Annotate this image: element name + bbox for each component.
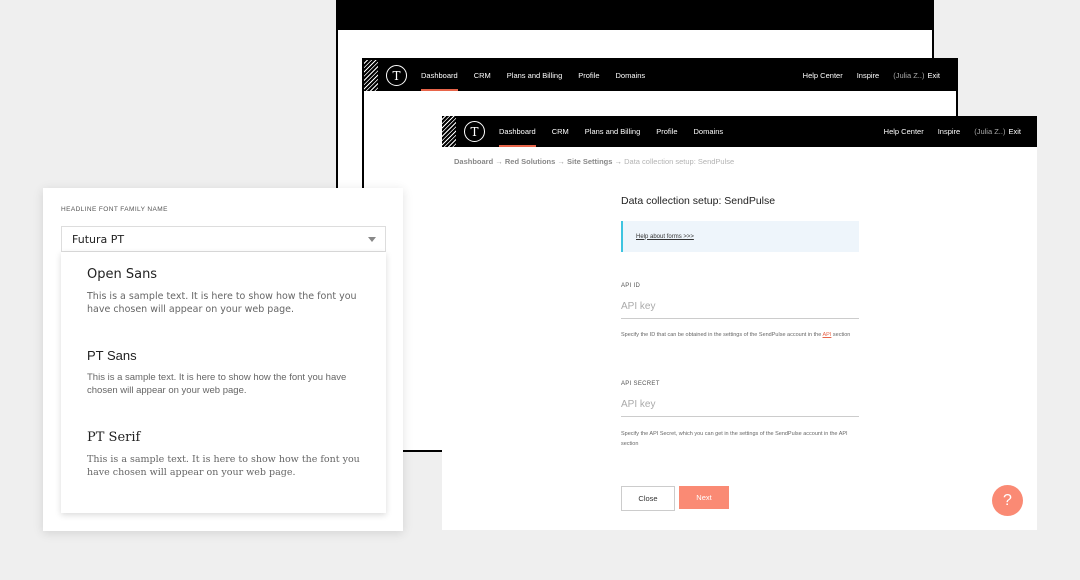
nav-item-dashboard[interactable]: Dashboard bbox=[421, 60, 458, 91]
font-option-name: PT Sans bbox=[87, 348, 137, 363]
breadcrumb-separator: → bbox=[495, 157, 503, 166]
caret-down-icon bbox=[368, 237, 376, 242]
api-id-input[interactable]: API key bbox=[621, 294, 859, 319]
nav-inspire[interactable]: Inspire bbox=[938, 127, 961, 136]
font-family-select[interactable]: Futura PT bbox=[61, 226, 386, 252]
nav-user-exit[interactable]: (Julia Z..) Exit bbox=[893, 71, 940, 80]
breadcrumb-red-solutions[interactable]: Red Solutions bbox=[505, 157, 555, 166]
nav-item-domains[interactable]: Domains bbox=[616, 60, 646, 91]
next-button[interactable]: Next bbox=[679, 486, 729, 509]
font-picker-card: HEADLINE FONT FAMILY NAME Futura PT Open… bbox=[43, 188, 403, 531]
font-family-label: HEADLINE FONT FAMILY NAME bbox=[61, 206, 168, 213]
nav-user-exit[interactable]: (Julia Z..) Exit bbox=[974, 127, 1021, 136]
nav-item-crm[interactable]: CRM bbox=[552, 116, 569, 147]
font-option-sample: This is a sample text. It is here to sho… bbox=[87, 372, 347, 396]
background-window-top bbox=[336, 0, 934, 30]
api-id-hint-suffix: section bbox=[832, 332, 851, 338]
font-dropdown-list: Open Sans This is a sample text. It is h… bbox=[61, 252, 386, 513]
breadcrumb: Dashboard → Red Solutions → Site Setting… bbox=[454, 157, 734, 166]
font-option-pt-sans[interactable]: PT Sans This is a sample text. It is her… bbox=[87, 348, 367, 397]
help-fab-button[interactable]: ? bbox=[992, 485, 1023, 516]
user-name: (Julia Z..) bbox=[893, 71, 925, 80]
nav-item-crm[interactable]: CRM bbox=[474, 60, 491, 91]
api-link[interactable]: API bbox=[823, 332, 832, 338]
exit-link[interactable]: Exit bbox=[927, 71, 940, 80]
background-nav-bar: T Dashboard CRM Plans and Billing Profil… bbox=[364, 60, 956, 91]
help-forms-link[interactable]: Help about forms >>> bbox=[621, 221, 859, 252]
page-title: Data collection setup: SendPulse bbox=[621, 195, 776, 207]
breadcrumb-site-settings[interactable]: Site Settings bbox=[567, 157, 612, 166]
api-id-hint: Specify the ID that can be obtained in t… bbox=[621, 330, 859, 340]
nav-help-center[interactable]: Help Center bbox=[803, 71, 843, 80]
nav-item-plans-billing[interactable]: Plans and Billing bbox=[585, 116, 640, 147]
nav-item-profile[interactable]: Profile bbox=[578, 60, 599, 91]
hatch-pattern bbox=[364, 60, 378, 91]
font-option-sample: This is a sample text. It is here to sho… bbox=[87, 454, 360, 478]
exit-link[interactable]: Exit bbox=[1008, 127, 1021, 136]
nav-item-profile[interactable]: Profile bbox=[656, 116, 677, 147]
logo-icon[interactable]: T bbox=[464, 121, 485, 142]
api-id-hint-text: Specify the ID that can be obtained in t… bbox=[621, 332, 822, 338]
font-option-name: PT Serif bbox=[87, 430, 141, 445]
nav-inspire[interactable]: Inspire bbox=[857, 71, 880, 80]
user-name: (Julia Z..) bbox=[974, 127, 1006, 136]
api-secret-input[interactable]: API key bbox=[621, 392, 859, 417]
font-option-open-sans[interactable]: Open Sans This is a sample text. It is h… bbox=[87, 267, 367, 316]
close-button[interactable]: Close bbox=[621, 486, 675, 511]
breadcrumb-current: Data collection setup: SendPulse bbox=[624, 157, 735, 166]
selected-font: Futura PT bbox=[72, 232, 125, 246]
logo-icon[interactable]: T bbox=[386, 65, 407, 86]
nav-item-domains[interactable]: Domains bbox=[694, 116, 724, 147]
main-window: T Dashboard CRM Plans and Billing Profil… bbox=[442, 116, 1037, 530]
api-id-label: API ID bbox=[621, 283, 641, 289]
nav-item-plans-billing[interactable]: Plans and Billing bbox=[507, 60, 562, 91]
breadcrumb-dashboard[interactable]: Dashboard bbox=[454, 157, 493, 166]
breadcrumb-separator: → bbox=[557, 157, 565, 166]
api-secret-hint: Specify the API Secret, which you can ge… bbox=[621, 431, 848, 447]
nav-item-dashboard[interactable]: Dashboard bbox=[499, 116, 536, 147]
api-secret-label: API SECRET bbox=[621, 381, 660, 387]
hatch-pattern bbox=[442, 116, 456, 147]
font-option-sample: This is a sample text. It is here to sho… bbox=[87, 291, 357, 315]
font-option-name: Open Sans bbox=[87, 267, 158, 282]
nav-help-center[interactable]: Help Center bbox=[884, 127, 924, 136]
breadcrumb-separator: → bbox=[614, 157, 623, 166]
nav-bar: T Dashboard CRM Plans and Billing Profil… bbox=[442, 116, 1037, 147]
data-collection-form: Data collection setup: SendPulse Help ab… bbox=[621, 195, 859, 511]
font-option-pt-serif[interactable]: PT Serif This is a sample text. It is he… bbox=[87, 430, 367, 479]
